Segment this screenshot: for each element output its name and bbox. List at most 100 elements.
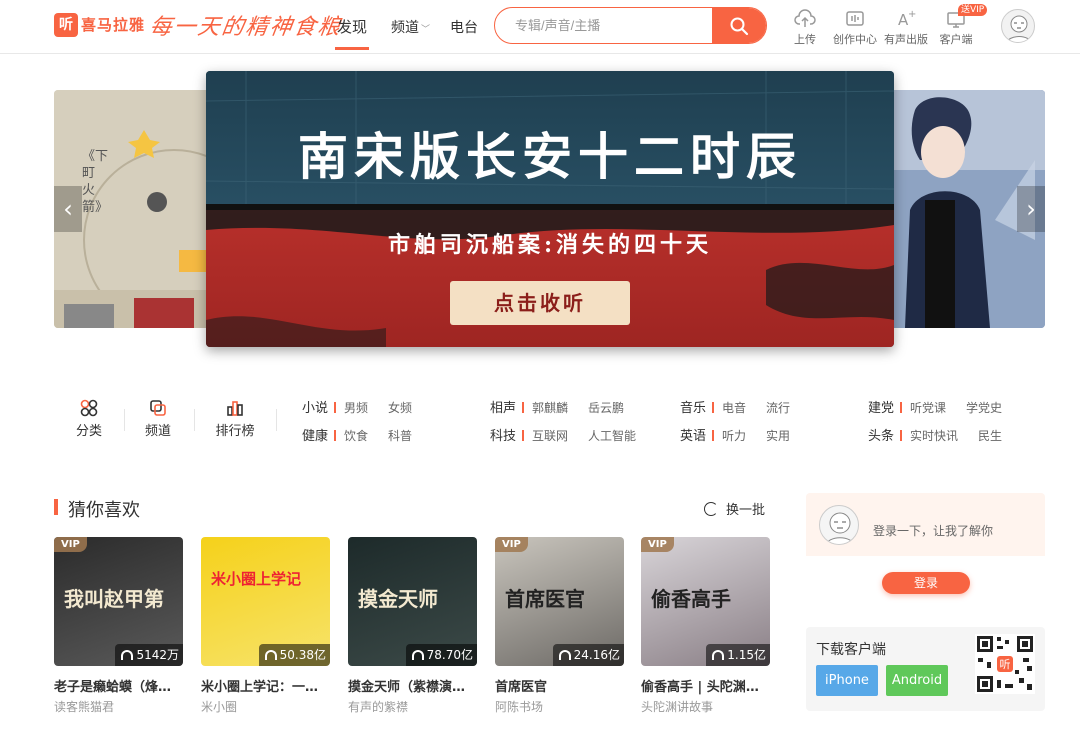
refresh-button[interactable]: 换一批 [704,499,765,518]
album-cover[interactable]: 偷香高手 VIP 1.15亿 [641,537,770,666]
category-sub-link[interactable]: 电音 [722,401,746,415]
category-sub-link[interactable]: 岳云鹏 [588,401,624,415]
quick-category[interactable]: 分类 [67,398,111,439]
album-author[interactable]: 米小圈 [201,698,330,715]
banner-main-slide[interactable]: 南宋版长安十二时辰 市舶司沉船案:消失的四十天 点击收听 [206,71,894,347]
creator-center-label: 创作中心 [833,33,877,46]
album-cover-title: 米小圈上学记 [211,570,302,588]
album-author[interactable]: 头陀渊讲故事 [641,698,770,715]
headphone-icon [411,650,424,660]
category-sub-link[interactable]: 互联网 [532,429,568,443]
album-cover[interactable]: 我叫赵甲第 VIP 5142万 [54,537,183,666]
nav-radio[interactable]: 电台 [450,17,478,37]
album-title[interactable]: 首席医官 [495,676,624,695]
section-title: 猜你喜欢 [68,500,140,521]
logo-text[interactable]: 喜马拉雅 [81,14,145,35]
category-sub-link[interactable]: 流行 [766,401,790,415]
play-count: 1.15亿 [706,644,770,666]
category-main-link[interactable]: 音乐 [680,401,706,416]
svg-text:+: + [908,9,916,20]
album-author[interactable]: 有声的紫襟 [348,698,477,715]
login-card: 登录一下，让我了解你 登录 [806,493,1045,609]
category-main-link[interactable]: 建党 [868,401,894,416]
category-sub-link[interactable]: 饮食 [344,429,368,443]
category-row: 科技 互联网 人工智能 [490,425,656,444]
category-main-link[interactable]: 相声 [490,401,516,416]
banner-left-vertical-title: 《下町火箭》 [82,149,109,215]
client-label: 客户端 [939,33,973,46]
login-tip[interactable]: 登录一下，让我了解你 [873,522,993,539]
user-avatar-icon [825,512,855,544]
category-sub-link[interactable]: 男频 [344,401,368,415]
album-title[interactable]: 摸金天师（紫襟演播） [348,676,477,695]
album-card[interactable]: 我叫赵甲第 VIP 5142万老子是癞蛤蟆（烽火… 读客熊猫君 [54,537,183,715]
login-button[interactable]: 登录 [882,572,970,594]
album-title[interactable]: 米小圈上学记：一二… [201,676,330,695]
avatar[interactable] [819,505,859,545]
divider [334,430,337,441]
section-accent-bar [54,499,58,515]
play-count: 50.38亿 [258,644,330,666]
quick-ranking[interactable]: 排行榜 [212,398,258,439]
category-main-link[interactable]: 小说 [302,401,328,416]
qr-code-icon: 听 [975,634,1035,694]
refresh-label: 换一批 [726,503,766,518]
category-sub-link[interactable]: 女频 [388,401,412,415]
category-sub-link[interactable]: 人工智能 [588,429,636,443]
album-cover[interactable]: 米小圈上学记 50.38亿 [201,537,330,666]
album-card[interactable]: 米小圈上学记 50.38亿米小圈上学记：一二… 米小圈 [201,537,330,715]
category-main-link[interactable]: 健康 [302,429,328,444]
banner-side-left[interactable]: 《下町火箭》 ‹ [54,90,214,328]
album-cover-title: 偷香高手 [651,587,731,611]
upload-button[interactable]: 上传 [780,8,830,47]
banner-listen-button[interactable]: 点击收听 [450,281,630,325]
android-download-button[interactable]: Android [886,665,948,696]
quick-channel[interactable]: 频道 [136,398,180,439]
play-count-value: 50.38亿 [279,648,326,662]
category-row: 相声 郭麒麟 岳云鹏 [490,397,644,416]
play-count: 78.70亿 [405,644,477,666]
album-title[interactable]: 老子是癞蛤蟆（烽火… [54,676,183,695]
album-author[interactable]: 读客熊猫君 [54,698,183,715]
category-main-link[interactable]: 英语 [680,429,706,444]
creator-center-button[interactable]: 创作中心 [830,8,880,47]
category-main-link[interactable]: 头条 [868,429,894,444]
nav-channel-label: 频道 [391,20,419,36]
category-main-link[interactable]: 科技 [490,429,516,444]
upload-label: 上传 [794,33,816,46]
category-sub-link[interactable]: 实时快讯 [910,429,958,443]
iphone-download-button[interactable]: iPhone [816,665,878,696]
nav-channel[interactable]: 频道 ﹀ [391,17,430,37]
banner-next-button[interactable]: › [1017,186,1045,232]
nav-discover[interactable]: 发现 [334,16,370,50]
refresh-icon [704,502,718,516]
banner-prev-button[interactable]: ‹ [54,186,82,232]
album-author[interactable]: 阿陈书场 [495,698,624,715]
category-sub-link[interactable]: 科普 [388,429,412,443]
album-card[interactable]: 首席医官 VIP 24.16亿首席医官阿陈书场 [495,537,624,715]
banner-side-right[interactable]: › [885,90,1045,328]
album-cover[interactable]: 摸金天师 78.70亿 [348,537,477,666]
category-row: 英语 听力 实用 [680,425,810,444]
play-count-value: 5142万 [136,648,179,662]
publish-button[interactable]: A + 有声出版 [881,8,931,47]
album-title[interactable]: 偷香高手 | 头陀渊工… [641,676,770,695]
album-card[interactable]: 摸金天师 78.70亿摸金天师（紫襟演播） 有声的紫襟 [348,537,477,715]
album-cover[interactable]: 首席医官 VIP 24.16亿 [495,537,624,666]
logo-icon[interactable]: 听 [54,13,78,37]
category-sub-link[interactable]: 郭麒麟 [532,401,568,415]
category-sub-link[interactable]: 学党史 [966,401,1002,415]
search-button[interactable] [712,8,766,43]
avatar[interactable] [1001,9,1035,43]
category-sub-link[interactable]: 实用 [766,429,790,443]
category-row: 建党 听党课 学党史 [868,397,1002,416]
category-sub-link[interactable]: 听党课 [910,401,946,415]
category-sub-link[interactable]: 民生 [978,429,1002,443]
search-input[interactable] [495,8,714,43]
divider [712,402,715,413]
album-cover-title: 我叫赵甲第 [64,587,164,611]
album-card[interactable]: 偷香高手 VIP 1.15亿偷香高手 | 头陀渊工… 头陀渊讲故事 [641,537,770,715]
play-count-value: 78.70亿 [426,648,473,662]
category-sub-link[interactable]: 听力 [722,429,746,443]
album-cover-title: 摸金天师 [358,587,438,611]
